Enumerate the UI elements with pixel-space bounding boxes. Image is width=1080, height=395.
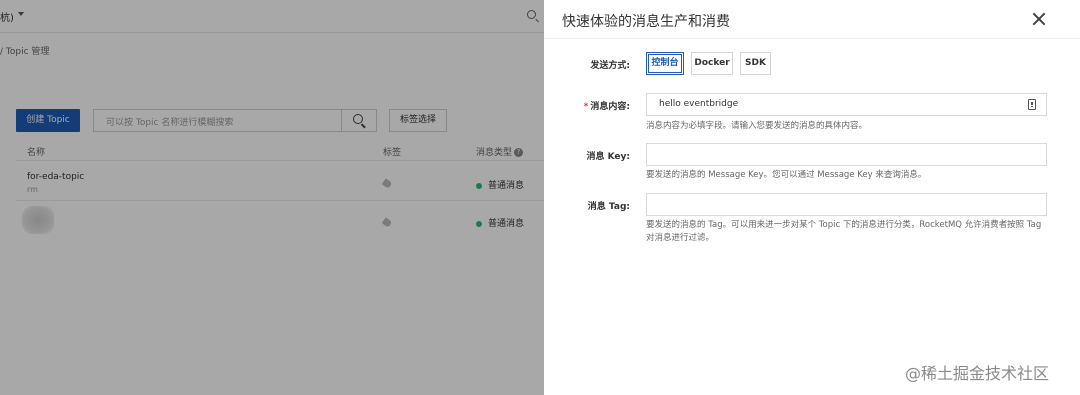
send-method-sdk-button[interactable]: SDK xyxy=(740,52,771,75)
send-method-console-label: 控制台 xyxy=(648,54,682,73)
message-key-label: 消息 Key: xyxy=(586,152,630,162)
message-tag-help-line1: 要发送的消息的 Tag。可以用来进一步对某个 Topic 下的消息进行分类，Ro… xyxy=(646,220,1042,230)
message-content-label-text: 消息内容: xyxy=(590,102,630,112)
drawer-divider xyxy=(544,38,1080,39)
send-method-docker-button[interactable]: Docker xyxy=(691,52,733,75)
message-content-help: 消息内容为必填字段。请输入您要发送的消息的具体内容。 xyxy=(646,121,868,131)
drawer-title: 快速体验的消息生产和消费 xyxy=(562,14,730,30)
message-tag-input[interactable] xyxy=(646,193,1047,216)
send-method-label: 发送方式: xyxy=(590,61,630,71)
message-tag-help-line2: 对消息进行过滤。 xyxy=(646,233,715,243)
message-tag-help: 要发送的消息的 Tag。可以用来进一步对某个 Topic 下的消息进行分类，Ro… xyxy=(646,219,1041,245)
message-content-input[interactable]: hello eventbridge xyxy=(646,93,1047,116)
send-method-console-button[interactable]: 控制台 xyxy=(646,52,684,75)
modal-overlay[interactable] xyxy=(0,0,544,395)
required-mark: * xyxy=(583,102,589,112)
watermark: @稀土掘金技术社区 xyxy=(905,364,1050,383)
message-key-help: 要发送的消息的 Message Key。您可以通过 Message Key 来查… xyxy=(646,170,927,180)
quick-experience-drawer: 快速体验的消息生产和消费 发送方式: 控制台 Docker SDK * 消息内容:… xyxy=(544,0,1080,395)
input-counter-icon xyxy=(1028,99,1036,110)
message-content-label: * 消息内容: xyxy=(544,99,630,112)
message-key-input[interactable] xyxy=(646,143,1047,166)
message-tag-label: 消息 Tag: xyxy=(587,202,630,212)
close-icon[interactable] xyxy=(1031,11,1047,27)
message-content-value: hello eventbridge xyxy=(659,99,739,109)
